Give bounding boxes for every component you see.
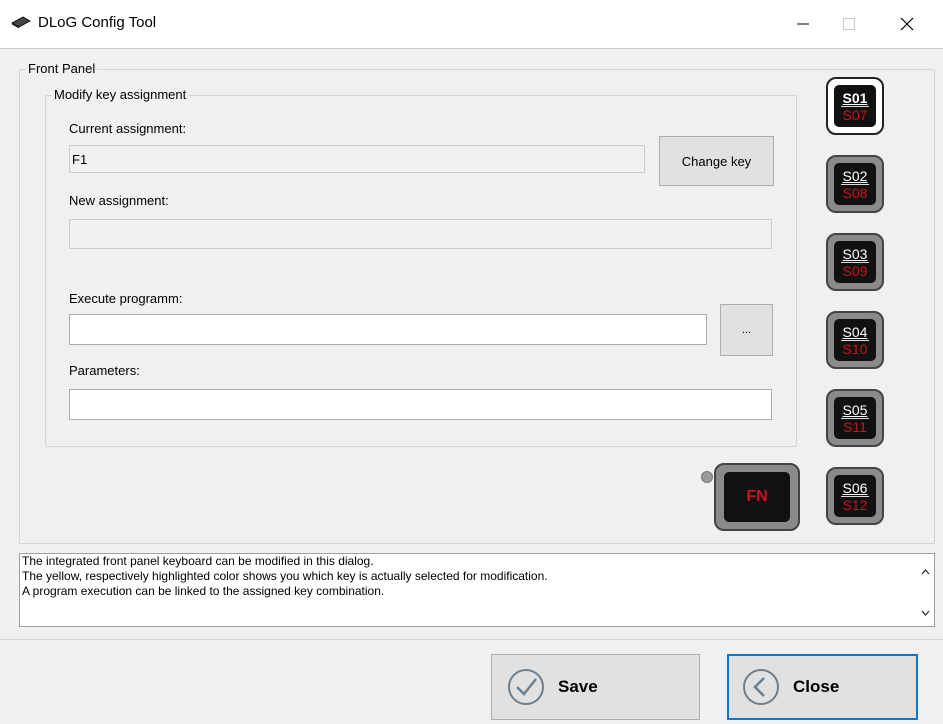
- key-s05[interactable]: S05 S11: [826, 389, 884, 447]
- info-text-box[interactable]: The integrated front panel keyboard can …: [19, 553, 935, 627]
- key-s03[interactable]: S03 S09: [826, 233, 884, 291]
- execute-program-label: Execute programm:: [69, 291, 183, 306]
- fn-led-indicator: [701, 471, 713, 483]
- check-circle-icon: [508, 669, 544, 705]
- close-icon: [900, 17, 914, 31]
- close-label: Close: [793, 677, 840, 696]
- key-primary-label: S06: [840, 479, 870, 497]
- key-face: S05 S11: [834, 397, 876, 439]
- key-secondary-label: S12: [842, 496, 868, 513]
- change-key-button[interactable]: Change key: [659, 136, 774, 186]
- key-secondary-label: S11: [843, 418, 867, 435]
- key-secondary-label: S08: [842, 184, 868, 201]
- keyboard-app-icon: [11, 16, 31, 29]
- key-face: S06 S12: [834, 475, 876, 517]
- button-bar: Save Close: [0, 639, 943, 724]
- info-line: A program execution can be linked to the…: [22, 584, 385, 598]
- dialog-content: Front Panel Modify key assignment Curren…: [0, 48, 943, 724]
- key-face: FN: [724, 472, 790, 522]
- key-secondary-label: S07: [842, 106, 868, 123]
- browse-button[interactable]: ...: [720, 304, 773, 356]
- execute-program-input[interactable]: [69, 314, 707, 345]
- window-title: DLoG Config Tool: [38, 14, 157, 31]
- current-assignment-field: F1: [69, 145, 645, 173]
- key-secondary-label: S09: [842, 262, 868, 279]
- parameters-input[interactable]: [69, 389, 772, 420]
- key-primary-label: S02: [840, 167, 870, 185]
- key-s04[interactable]: S04 S10: [826, 311, 884, 369]
- maximize-icon: [843, 18, 855, 30]
- modify-key-title: Modify key assignment: [52, 87, 189, 103]
- fn-key-label: FN: [746, 488, 768, 505]
- scroll-up-icon[interactable]: [917, 564, 934, 581]
- parameters-label: Parameters:: [69, 363, 140, 378]
- new-assignment-label: New assignment:: [69, 193, 169, 208]
- title-bar: DLoG Config Tool: [0, 0, 943, 48]
- close-window-button[interactable]: [884, 0, 930, 48]
- key-face: S04 S10: [834, 319, 876, 361]
- key-primary-label: S04: [840, 323, 870, 341]
- key-primary-label: S05: [840, 401, 870, 419]
- info-line: The integrated front panel keyboard can …: [22, 554, 374, 568]
- maximize-button: [826, 0, 872, 48]
- info-scrollbar[interactable]: [917, 554, 934, 626]
- minimize-icon: [797, 23, 809, 25]
- key-s01[interactable]: S01 S07: [826, 77, 884, 135]
- key-primary-label: S03: [840, 245, 870, 263]
- save-button[interactable]: Save: [491, 654, 700, 720]
- key-secondary-label: S10: [842, 340, 868, 357]
- back-arrow-circle-icon: [743, 669, 779, 705]
- fn-key[interactable]: FN: [714, 463, 800, 531]
- minimize-button[interactable]: [780, 0, 826, 48]
- key-face: S03 S09: [834, 241, 876, 283]
- key-face: S02 S08: [834, 163, 876, 205]
- new-assignment-field: [69, 219, 772, 249]
- key-face: S01 S07: [834, 85, 876, 127]
- save-label: Save: [558, 677, 598, 696]
- scroll-down-icon[interactable]: [917, 604, 934, 621]
- info-line: The yellow, respectively highlighted col…: [22, 569, 548, 583]
- key-primary-label: S01: [840, 89, 870, 107]
- key-s02[interactable]: S02 S08: [826, 155, 884, 213]
- key-s06[interactable]: S06 S12: [826, 467, 884, 525]
- close-button[interactable]: Close: [727, 654, 918, 720]
- front-panel-title: Front Panel: [26, 61, 98, 77]
- current-assignment-label: Current assignment:: [69, 121, 187, 136]
